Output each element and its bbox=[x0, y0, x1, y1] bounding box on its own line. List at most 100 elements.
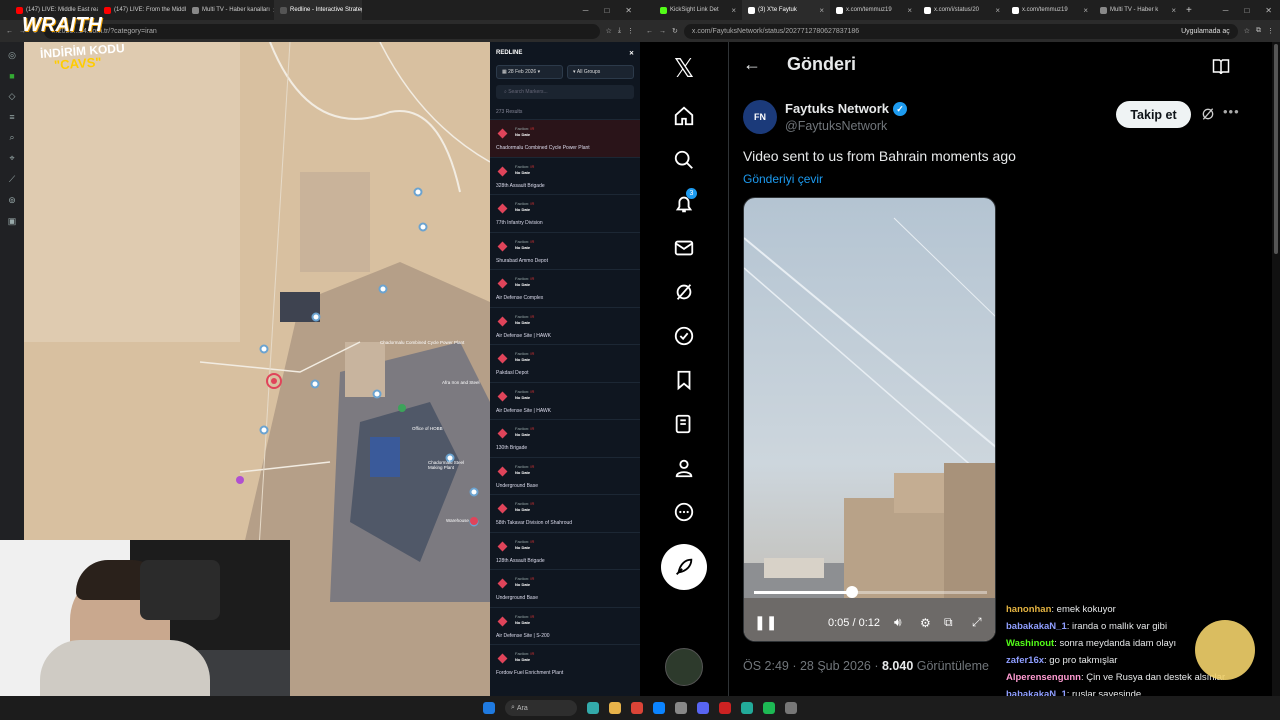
pause-icon[interactable]: ❚❚ bbox=[754, 614, 777, 631]
reload-icon[interactable]: ↻ bbox=[672, 27, 678, 35]
maximize-icon[interactable]: □ bbox=[604, 6, 609, 15]
lists-icon[interactable] bbox=[662, 402, 706, 446]
shield-icon[interactable]: ◇ bbox=[9, 91, 16, 102]
close-tab-icon[interactable]: × bbox=[819, 6, 824, 15]
star-icon[interactable]: ☆ bbox=[1244, 27, 1250, 35]
menu-icon[interactable]: ⋮ bbox=[627, 27, 634, 35]
marker-list-item[interactable]: Faction: IR No Date Underground Base bbox=[490, 569, 640, 607]
video-player[interactable]: ❚❚ 0:05 / 0:12 🔊︎ ⚙ ⧉ ⤢ bbox=[743, 197, 996, 642]
close-tab-icon[interactable]: × bbox=[1083, 6, 1088, 15]
account-avatar[interactable] bbox=[665, 648, 703, 686]
page-scrollbar[interactable] bbox=[1272, 42, 1280, 696]
grok-explain-icon[interactable] bbox=[1200, 106, 1216, 127]
right-url-field[interactable]: x.com/FaytuksNetwork/status/202771278062… bbox=[683, 23, 1238, 39]
video-seekbar[interactable] bbox=[754, 591, 987, 594]
right_browser-tab[interactable]: x.com/temmuz19 × bbox=[830, 0, 918, 20]
follow-button[interactable]: Takip et bbox=[1116, 101, 1191, 128]
marker-list-item[interactable]: Faction: IR No Date 77th Infantry Division bbox=[490, 194, 640, 232]
post-more-icon[interactable]: ••• bbox=[1223, 104, 1240, 119]
more-menu-icon[interactable] bbox=[662, 490, 706, 534]
date-filter[interactable]: ▦ 28 Feb 2026 ▾ bbox=[496, 65, 563, 79]
explore-icon[interactable] bbox=[662, 138, 706, 182]
emote-sticker bbox=[1195, 620, 1255, 680]
marker-list-item[interactable]: Faction: IR No Date Chadormalu Combined Cy… bbox=[490, 119, 640, 157]
marker-list-item[interactable]: Faction: IR No Date 128th Assault Brigade bbox=[490, 531, 640, 570]
marker-icon bbox=[497, 128, 508, 139]
marker-list-item[interactable]: Faction: IR No Date Air Defense Complex bbox=[490, 269, 640, 307]
list-icon[interactable]: ≡ bbox=[9, 112, 14, 122]
translate-post-link[interactable]: Gönderiyi çevir bbox=[743, 172, 823, 186]
marker-icon bbox=[497, 503, 508, 514]
group-filter[interactable]: ▾ All Groups bbox=[567, 65, 634, 79]
marker-list-item[interactable]: Faction: IR No Date Pakdasl Depot bbox=[490, 344, 640, 382]
close-tab-icon[interactable]: × bbox=[907, 6, 912, 15]
marker-list-item[interactable]: Faction: IR No Date Shurabad Ammo Depot bbox=[490, 231, 640, 270]
map-label: Chadormalu Steel Making Plant bbox=[428, 460, 465, 470]
notifications-icon[interactable]: 3 bbox=[662, 182, 706, 226]
right_browser-tab[interactable]: KickSight Link Det × bbox=[654, 0, 742, 20]
verified-orgs-icon[interactable] bbox=[662, 314, 706, 358]
right_browser-tab[interactable]: x.com/temmuz19 × bbox=[1006, 0, 1094, 20]
marker-list-item[interactable]: Faction: IR No Date Air Defense Site | S-2… bbox=[490, 606, 640, 645]
back-icon[interactable]: ← bbox=[646, 28, 653, 35]
pip-icon[interactable]: ⧉ bbox=[944, 615, 953, 630]
left_browser-tab[interactable]: Multi TV - Haber kanalları× bbox=[186, 0, 274, 20]
flag-icon[interactable]: ■ bbox=[9, 71, 14, 81]
star-icon[interactable]: ☆ bbox=[606, 27, 612, 35]
marker-list-item[interactable]: Faction: IR No Date Fordow Fuel Enrichment… bbox=[490, 644, 640, 682]
author-handle[interactable]: @FaytuksNetwork bbox=[785, 119, 887, 133]
volume-icon[interactable]: 🔊︎ bbox=[894, 615, 902, 630]
right_browser-tab[interactable]: (3) X'te Faytuk × bbox=[742, 0, 830, 20]
profile-icon[interactable] bbox=[662, 446, 706, 490]
home-icon[interactable] bbox=[662, 94, 706, 138]
x-logo-icon[interactable]: 𝕏 bbox=[662, 42, 706, 94]
extensions-icon[interactable]: ⧉ bbox=[1256, 27, 1261, 35]
left-url-field[interactable]: ...2026...24.com.tr/?category=iran bbox=[43, 23, 600, 39]
seek-handle[interactable] bbox=[845, 586, 858, 598]
marker-list-item[interactable]: Faction: IR No Date Air Defense Site | HAW… bbox=[490, 306, 640, 345]
close-tab-icon[interactable]: × bbox=[995, 6, 1000, 15]
close-tab-icon[interactable]: × bbox=[1171, 6, 1176, 15]
layers-icon[interactable]: ◎ bbox=[8, 50, 16, 61]
close-window-icon[interactable]: ✕ bbox=[625, 6, 632, 15]
reader-icon[interactable] bbox=[1212, 58, 1230, 79]
messages-icon[interactable] bbox=[662, 226, 706, 270]
menu-icon[interactable]: ⋮ bbox=[1267, 27, 1274, 35]
left_browser-tab[interactable]: (147) LIVE: From the Middle East× bbox=[98, 0, 186, 20]
right_browser-tab[interactable]: x.com/i/status/20 × bbox=[918, 0, 1006, 20]
author-name[interactable]: Faytuks Network bbox=[785, 101, 889, 116]
marker-list-item[interactable]: Faction: IR No Date 58th Takavar Division … bbox=[490, 494, 640, 532]
marker-search-input[interactable]: ⌕ Search Markers... bbox=[496, 85, 634, 99]
camera-icon[interactable]: ▣ bbox=[8, 216, 17, 227]
fullscreen-icon[interactable]: ⤢ bbox=[972, 615, 982, 630]
close-panel-icon[interactable]: ✕ bbox=[629, 50, 634, 57]
windows-start-icon[interactable] bbox=[483, 702, 495, 714]
back-icon[interactable]: ← bbox=[6, 28, 13, 35]
minimize-icon[interactable]: ─ bbox=[1223, 6, 1229, 15]
close-window-icon[interactable]: ✕ bbox=[1265, 6, 1272, 15]
grok-icon[interactable] bbox=[662, 270, 706, 314]
minimize-icon[interactable]: ─ bbox=[583, 6, 589, 15]
open-in-app-button[interactable]: Uygulamada aç bbox=[1181, 28, 1230, 35]
ruler-icon[interactable]: ⟋ bbox=[9, 174, 15, 185]
left_browser-tab[interactable]: Redline - Interactive Strategic N× bbox=[274, 0, 362, 20]
settings-icon[interactable]: ⚙ bbox=[920, 616, 931, 630]
right_browser-tab[interactable]: Multi TV - Haber k × bbox=[1094, 0, 1182, 20]
back-arrow-icon[interactable]: ← bbox=[743, 54, 761, 75]
marker-list-item[interactable]: Faction: IR No Date 130th Brigade bbox=[490, 419, 640, 457]
target-icon[interactable]: ⊚ bbox=[8, 195, 16, 206]
marker-list-item[interactable]: Faction: IR No Date 328th Assault Brigade bbox=[490, 156, 640, 195]
pin-icon[interactable]: ⌖ bbox=[9, 153, 14, 164]
author-avatar[interactable]: FN bbox=[743, 100, 777, 134]
search-map-icon[interactable]: ⌕ bbox=[9, 132, 14, 143]
forward-icon[interactable]: → bbox=[659, 28, 666, 35]
bookmarks-icon[interactable] bbox=[662, 358, 706, 402]
close-tab-icon[interactable]: × bbox=[731, 6, 736, 15]
compose-post-button[interactable] bbox=[661, 544, 707, 590]
marker-list-item[interactable]: Faction: IR No Date Air Defense Site | HAW… bbox=[490, 381, 640, 420]
marker-list-item[interactable]: Faction: IR No Date Underground Base bbox=[490, 456, 640, 495]
new-tab-icon[interactable]: + bbox=[1186, 5, 1192, 16]
maximize-icon[interactable]: □ bbox=[1244, 6, 1249, 15]
download-icon[interactable]: ⤓ bbox=[618, 27, 621, 35]
taskbar-search[interactable]: ⌕ Ara bbox=[505, 700, 577, 716]
